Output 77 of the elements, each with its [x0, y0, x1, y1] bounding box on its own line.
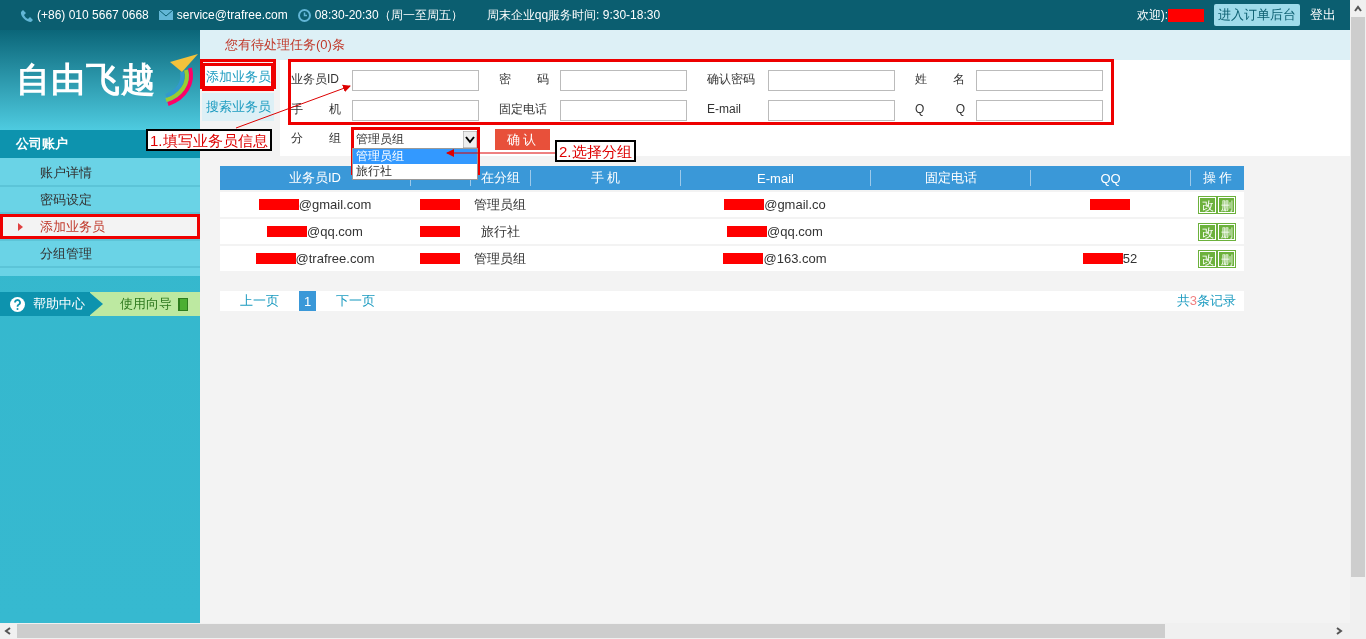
- welcome-text: 欢迎):: [1136, 6, 1168, 24]
- table-cell: @gmail.co: [764, 197, 826, 212]
- previous-page-link[interactable]: 上一页: [240, 292, 279, 310]
- service-hours: 08:30-20:30（周一至周五）: [314, 6, 463, 24]
- field-label: 确认密码: [707, 71, 756, 88]
- table-cell: @qq.com: [307, 224, 363, 239]
- edit-button[interactable]: 改: [1199, 196, 1216, 213]
- table-cell: @qq.com: [767, 224, 823, 239]
- table-cell: 旅行社: [480, 222, 520, 241]
- input-field[interactable]: [768, 100, 895, 121]
- clock-icon: [297, 8, 311, 22]
- delete-button[interactable]: 删: [1218, 223, 1235, 240]
- dropdown-option[interactable]: 管理员组: [353, 149, 477, 164]
- field-label: Q Q: [915, 101, 965, 118]
- input-field[interactable]: [976, 100, 1103, 121]
- table-cell: 52: [1122, 251, 1138, 266]
- page-number[interactable]: 1: [299, 291, 316, 311]
- field-label: 密码: [499, 71, 549, 88]
- table-cell: 管理员组: [474, 195, 526, 214]
- scrollbar-thumb[interactable]: [17, 624, 1165, 638]
- field-label: 固定电话: [499, 101, 548, 118]
- column-header: E-mail: [757, 170, 794, 186]
- arrow-tab-icon: [89, 292, 103, 316]
- table-cell: @trafree.com: [295, 251, 375, 266]
- input-field[interactable]: [768, 70, 895, 91]
- order-admin-button[interactable]: 进入订单后台: [1214, 4, 1300, 26]
- input-field[interactable]: [560, 70, 687, 91]
- subnav-tab[interactable]: 添加业务员: [202, 63, 274, 91]
- input-field[interactable]: [352, 100, 479, 121]
- edit-button[interactable]: 改: [1199, 250, 1216, 267]
- question-icon: [10, 296, 25, 312]
- subnav-tab[interactable]: 搜索业务员: [202, 93, 274, 121]
- delete-button[interactable]: 删: [1218, 250, 1235, 267]
- field-label: 分组: [291, 130, 341, 147]
- record-total: 共3条记录: [1176, 292, 1236, 310]
- field-label: 手机: [291, 101, 341, 118]
- sidebar-item[interactable]: 账户详情: [0, 160, 200, 187]
- annotation-label: 1.填写业务员信息: [146, 129, 272, 151]
- email-address: service@trafree.com: [176, 8, 288, 22]
- column-header: 操 作: [1202, 169, 1233, 187]
- confirm-button[interactable]: 确认: [495, 129, 550, 150]
- guide-tab[interactable]: 使用向导: [90, 292, 200, 316]
- phone-icon: [20, 8, 33, 22]
- pending-tasks-notice: 您有待处理任务(0)条: [200, 30, 1350, 60]
- redaction-mark: [1168, 8, 1204, 22]
- field-label: 业务员ID: [291, 71, 340, 88]
- next-page-link[interactable]: 下一页: [336, 292, 375, 310]
- annotation-label: 2.选择分组: [555, 140, 636, 162]
- sidebar-item[interactable]: 分组管理: [0, 241, 200, 268]
- input-field[interactable]: [976, 70, 1103, 91]
- logout-link[interactable]: 登出: [1310, 6, 1336, 24]
- field-label: 姓名: [915, 71, 965, 88]
- field-label: E-mail: [707, 101, 742, 118]
- triangle-icon: [18, 223, 23, 231]
- dropdown-option[interactable]: 旅行社: [353, 164, 477, 179]
- input-field[interactable]: [352, 70, 479, 91]
- sidebar-item[interactable]: 添加业务员: [0, 214, 200, 241]
- delete-button[interactable]: 删: [1218, 196, 1235, 213]
- scroll-up-icon[interactable]: [1353, 4, 1363, 14]
- column-header: 在分组: [481, 169, 520, 187]
- envelope-icon: [158, 10, 173, 20]
- column-header: 手 机: [590, 169, 621, 187]
- weekend-hours: 周末企业qq服务时间: 9:30-18:30: [486, 6, 661, 24]
- phone-number: (+86) 010 5667 0668: [37, 8, 149, 22]
- column-header: QQ: [1100, 170, 1121, 186]
- logo-text: 自由飞越: [16, 59, 156, 100]
- scroll-left-icon[interactable]: [3, 626, 13, 636]
- column-header: 业务员ID: [289, 169, 341, 187]
- table-cell: @gmail.com: [298, 197, 372, 212]
- table-cell: @163.com: [763, 251, 827, 266]
- scrollbar-thumb[interactable]: [1351, 17, 1365, 577]
- input-field[interactable]: [560, 100, 687, 121]
- edit-button[interactable]: 改: [1199, 223, 1216, 240]
- column-header: 固定电话: [924, 169, 977, 187]
- table-cell: 管理员组: [474, 249, 526, 268]
- book-icon: [178, 297, 188, 311]
- scroll-right-icon[interactable]: [1334, 626, 1344, 636]
